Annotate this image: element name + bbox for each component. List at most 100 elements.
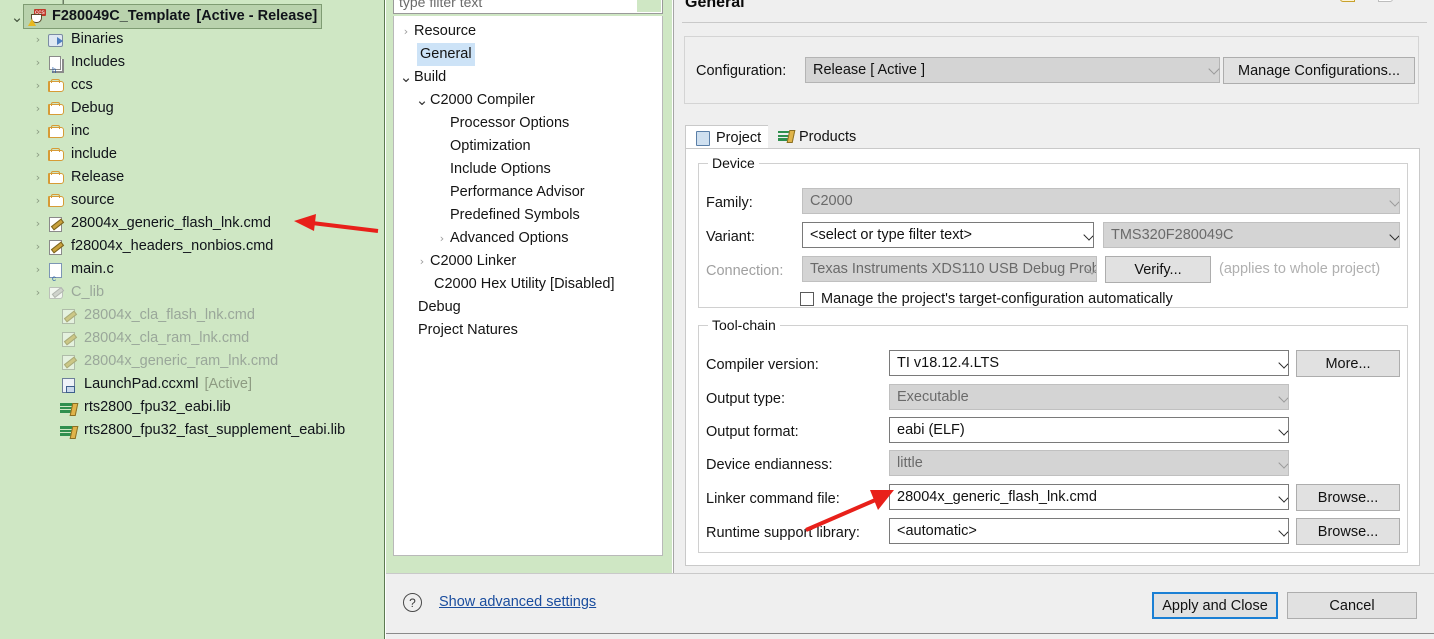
manage-configurations-button[interactable]: Manage Configurations... bbox=[1223, 57, 1415, 84]
tree-row[interactable]: › Release bbox=[0, 166, 384, 189]
runtime-browse-button[interactable]: Browse... bbox=[1296, 518, 1400, 545]
tree-row[interactable]: ⌄ ccs F280049C_Template [Active - Release] bbox=[0, 4, 384, 29]
tree-row[interactable]: › source bbox=[0, 189, 384, 212]
pref-tree-label: Include Options bbox=[450, 161, 551, 177]
tree-item-label: Binaries bbox=[71, 31, 124, 47]
tree-item-label: Release bbox=[71, 169, 125, 185]
pref-tree-row[interactable]: Project Natures bbox=[394, 319, 662, 342]
more-button[interactable]: More... bbox=[1296, 350, 1400, 377]
cancel-button[interactable]: Cancel bbox=[1287, 592, 1417, 619]
tree-row[interactable]: › f28004x_headers_nonbios.cmd bbox=[0, 235, 384, 258]
window-bottom-edge bbox=[386, 633, 1434, 639]
pref-tree-row[interactable]: › Resource bbox=[394, 20, 662, 43]
chevron-right-icon[interactable]: › bbox=[31, 281, 45, 304]
configuration-combo[interactable]: Release [ Active ] bbox=[805, 57, 1220, 83]
tree-row[interactable]: 28004x_generic_ram_lnk.cmd bbox=[0, 350, 384, 373]
compiler-version-combo[interactable]: TI v18.12.4.LTS bbox=[889, 350, 1289, 376]
variant-device-combo[interactable]: TMS320F280049C bbox=[1103, 222, 1400, 248]
tab-bar[interactable]: Project Products bbox=[685, 125, 1420, 149]
page-title: General bbox=[685, 0, 745, 11]
variant-filter-combo[interactable]: <select or type filter text> bbox=[802, 222, 1094, 248]
chevron-right-icon[interactable]: › bbox=[31, 189, 45, 212]
chevron-down-icon[interactable]: ⌄ bbox=[10, 9, 24, 24]
chevron-right-icon[interactable]: › bbox=[31, 74, 45, 97]
tree-row[interactable]: › ccs bbox=[0, 74, 384, 97]
tree-row[interactable]: › 28004x_generic_flash_lnk.cmd bbox=[0, 212, 384, 235]
chevron-right-icon[interactable]: › bbox=[31, 51, 45, 74]
pref-tree-row[interactable]: Predefined Symbols bbox=[394, 204, 662, 227]
pref-tree-row[interactable]: Processor Options bbox=[394, 112, 662, 135]
chevron-right-icon[interactable]: › bbox=[31, 97, 45, 120]
preference-tree-panel[interactable]: type filter text › Resource General ⌄ Build ⌄… bbox=[386, 0, 672, 639]
pref-tree-row[interactable]: Optimization bbox=[394, 135, 662, 158]
chevron-down-icon[interactable]: ⌄ bbox=[398, 70, 414, 85]
chevron-right-icon[interactable]: › bbox=[31, 212, 45, 235]
tree-row[interactable]: › include bbox=[0, 143, 384, 166]
verify-button[interactable]: Verify... bbox=[1105, 256, 1211, 283]
pref-tree-row[interactable]: General bbox=[394, 43, 662, 66]
project-tree[interactable]: ⌄ ccs F280049C_Template [Active - Release] ›… bbox=[0, 4, 384, 442]
tree-item-label: 28004x_cla_ram_lnk.cmd bbox=[84, 330, 250, 346]
pref-tree-row[interactable]: ⌄ Build bbox=[394, 66, 662, 89]
tree-row[interactable]: › C_lib bbox=[0, 281, 384, 304]
chevron-right-icon[interactable]: › bbox=[434, 227, 450, 250]
tree-row[interactable]: rts2800_fpu32_eabi.lib bbox=[0, 396, 384, 419]
manage-target-config-checkbox-row[interactable]: Manage the project's target-configuratio… bbox=[800, 291, 1173, 307]
tab-project[interactable]: Project bbox=[685, 125, 771, 149]
tab-project-label: Project bbox=[716, 129, 762, 146]
dialog-nav-icons[interactable] bbox=[1340, 0, 1426, 4]
tree-item-suffix: [Active - Release] bbox=[196, 8, 318, 24]
tree-row[interactable]: › Binaries bbox=[0, 28, 384, 51]
apply-and-close-button[interactable]: Apply and Close bbox=[1152, 592, 1278, 619]
forward-arrow-icon[interactable] bbox=[1378, 0, 1394, 4]
output-format-value: eabi (ELF) bbox=[897, 422, 965, 438]
filter-text-input[interactable]: type filter text bbox=[393, 0, 663, 14]
chevron-right-icon[interactable]: › bbox=[414, 250, 430, 273]
binaries-icon bbox=[47, 31, 66, 48]
products-tab-icon bbox=[777, 130, 794, 144]
library-icon bbox=[60, 422, 79, 439]
pref-tree-row[interactable]: Debug bbox=[394, 296, 662, 319]
tree-node-content: source bbox=[47, 189, 115, 212]
tree-row[interactable]: LaunchPad.ccxml [Active] bbox=[0, 373, 384, 396]
tree-row[interactable]: 28004x_cla_ram_lnk.cmd bbox=[0, 327, 384, 350]
pref-tree-row[interactable]: ⌄ C2000 Compiler bbox=[394, 89, 662, 112]
tree-row[interactable]: › Includes bbox=[0, 51, 384, 82]
linker-browse-button[interactable]: Browse... bbox=[1296, 484, 1400, 511]
pref-tree-row[interactable]: Performance Advisor bbox=[394, 181, 662, 204]
tree-row[interactable]: 28004x_cla_flash_lnk.cmd bbox=[0, 304, 384, 327]
tree-row[interactable]: › inc bbox=[0, 120, 384, 143]
chevron-down-icon[interactable]: ⌄ bbox=[414, 93, 430, 108]
pref-tree-row[interactable]: › Advanced Options bbox=[394, 227, 662, 250]
tree-row[interactable]: › main.c bbox=[0, 258, 384, 290]
tree-item-label: rts2800_fpu32_eabi.lib bbox=[84, 399, 231, 415]
pref-tree-row[interactable]: Include Options bbox=[394, 158, 662, 181]
chevron-right-icon[interactable]: › bbox=[31, 166, 45, 189]
folder-icon bbox=[47, 146, 66, 163]
preference-tree[interactable]: › Resource General ⌄ Build ⌄ C2000 Compiler Pro… bbox=[393, 16, 663, 556]
tree-node-content: f28004x_headers_nonbios.cmd bbox=[47, 235, 273, 258]
tab-products[interactable]: Products bbox=[768, 125, 866, 149]
linker-cmd-combo[interactable]: 28004x_generic_flash_lnk.cmd bbox=[889, 484, 1289, 510]
variant-device-value: TMS320F280049C bbox=[1111, 227, 1234, 243]
tree-row[interactable]: rts2800_fpu32_fast_supplement_eabi.lib bbox=[0, 419, 384, 442]
pref-tree-row[interactable]: C2000 Hex Utility [Disabled] bbox=[394, 273, 662, 296]
chevron-right-icon[interactable]: › bbox=[31, 143, 45, 166]
chevron-right-icon[interactable]: › bbox=[31, 235, 45, 258]
chevron-right-icon[interactable]: › bbox=[398, 20, 414, 43]
output-format-combo[interactable]: eabi (ELF) bbox=[889, 417, 1289, 443]
chevron-right-icon[interactable]: › bbox=[31, 28, 45, 51]
chevron-right-icon[interactable]: › bbox=[31, 258, 45, 281]
help-question-icon[interactable]: ? bbox=[403, 593, 422, 612]
variant-filter-value: <select or type filter text> bbox=[810, 227, 972, 243]
manage-target-config-checkbox[interactable] bbox=[800, 292, 814, 306]
pref-tree-row[interactable]: › C2000 Linker bbox=[394, 250, 662, 273]
tab-products-label: Products bbox=[799, 129, 857, 145]
back-arrow-icon[interactable] bbox=[1340, 0, 1356, 4]
project-explorer-panel[interactable]: _ _ | _ ⌄ccsF280049C_Template[Active - R… bbox=[0, 0, 385, 639]
chevron-right-icon[interactable]: › bbox=[31, 120, 45, 143]
show-advanced-settings-link[interactable]: Show advanced settings bbox=[439, 594, 596, 610]
runtime-lib-combo[interactable]: <automatic> bbox=[889, 518, 1289, 544]
tree-row[interactable]: › Debug bbox=[0, 97, 384, 120]
filter-clear-icon[interactable] bbox=[637, 0, 661, 12]
